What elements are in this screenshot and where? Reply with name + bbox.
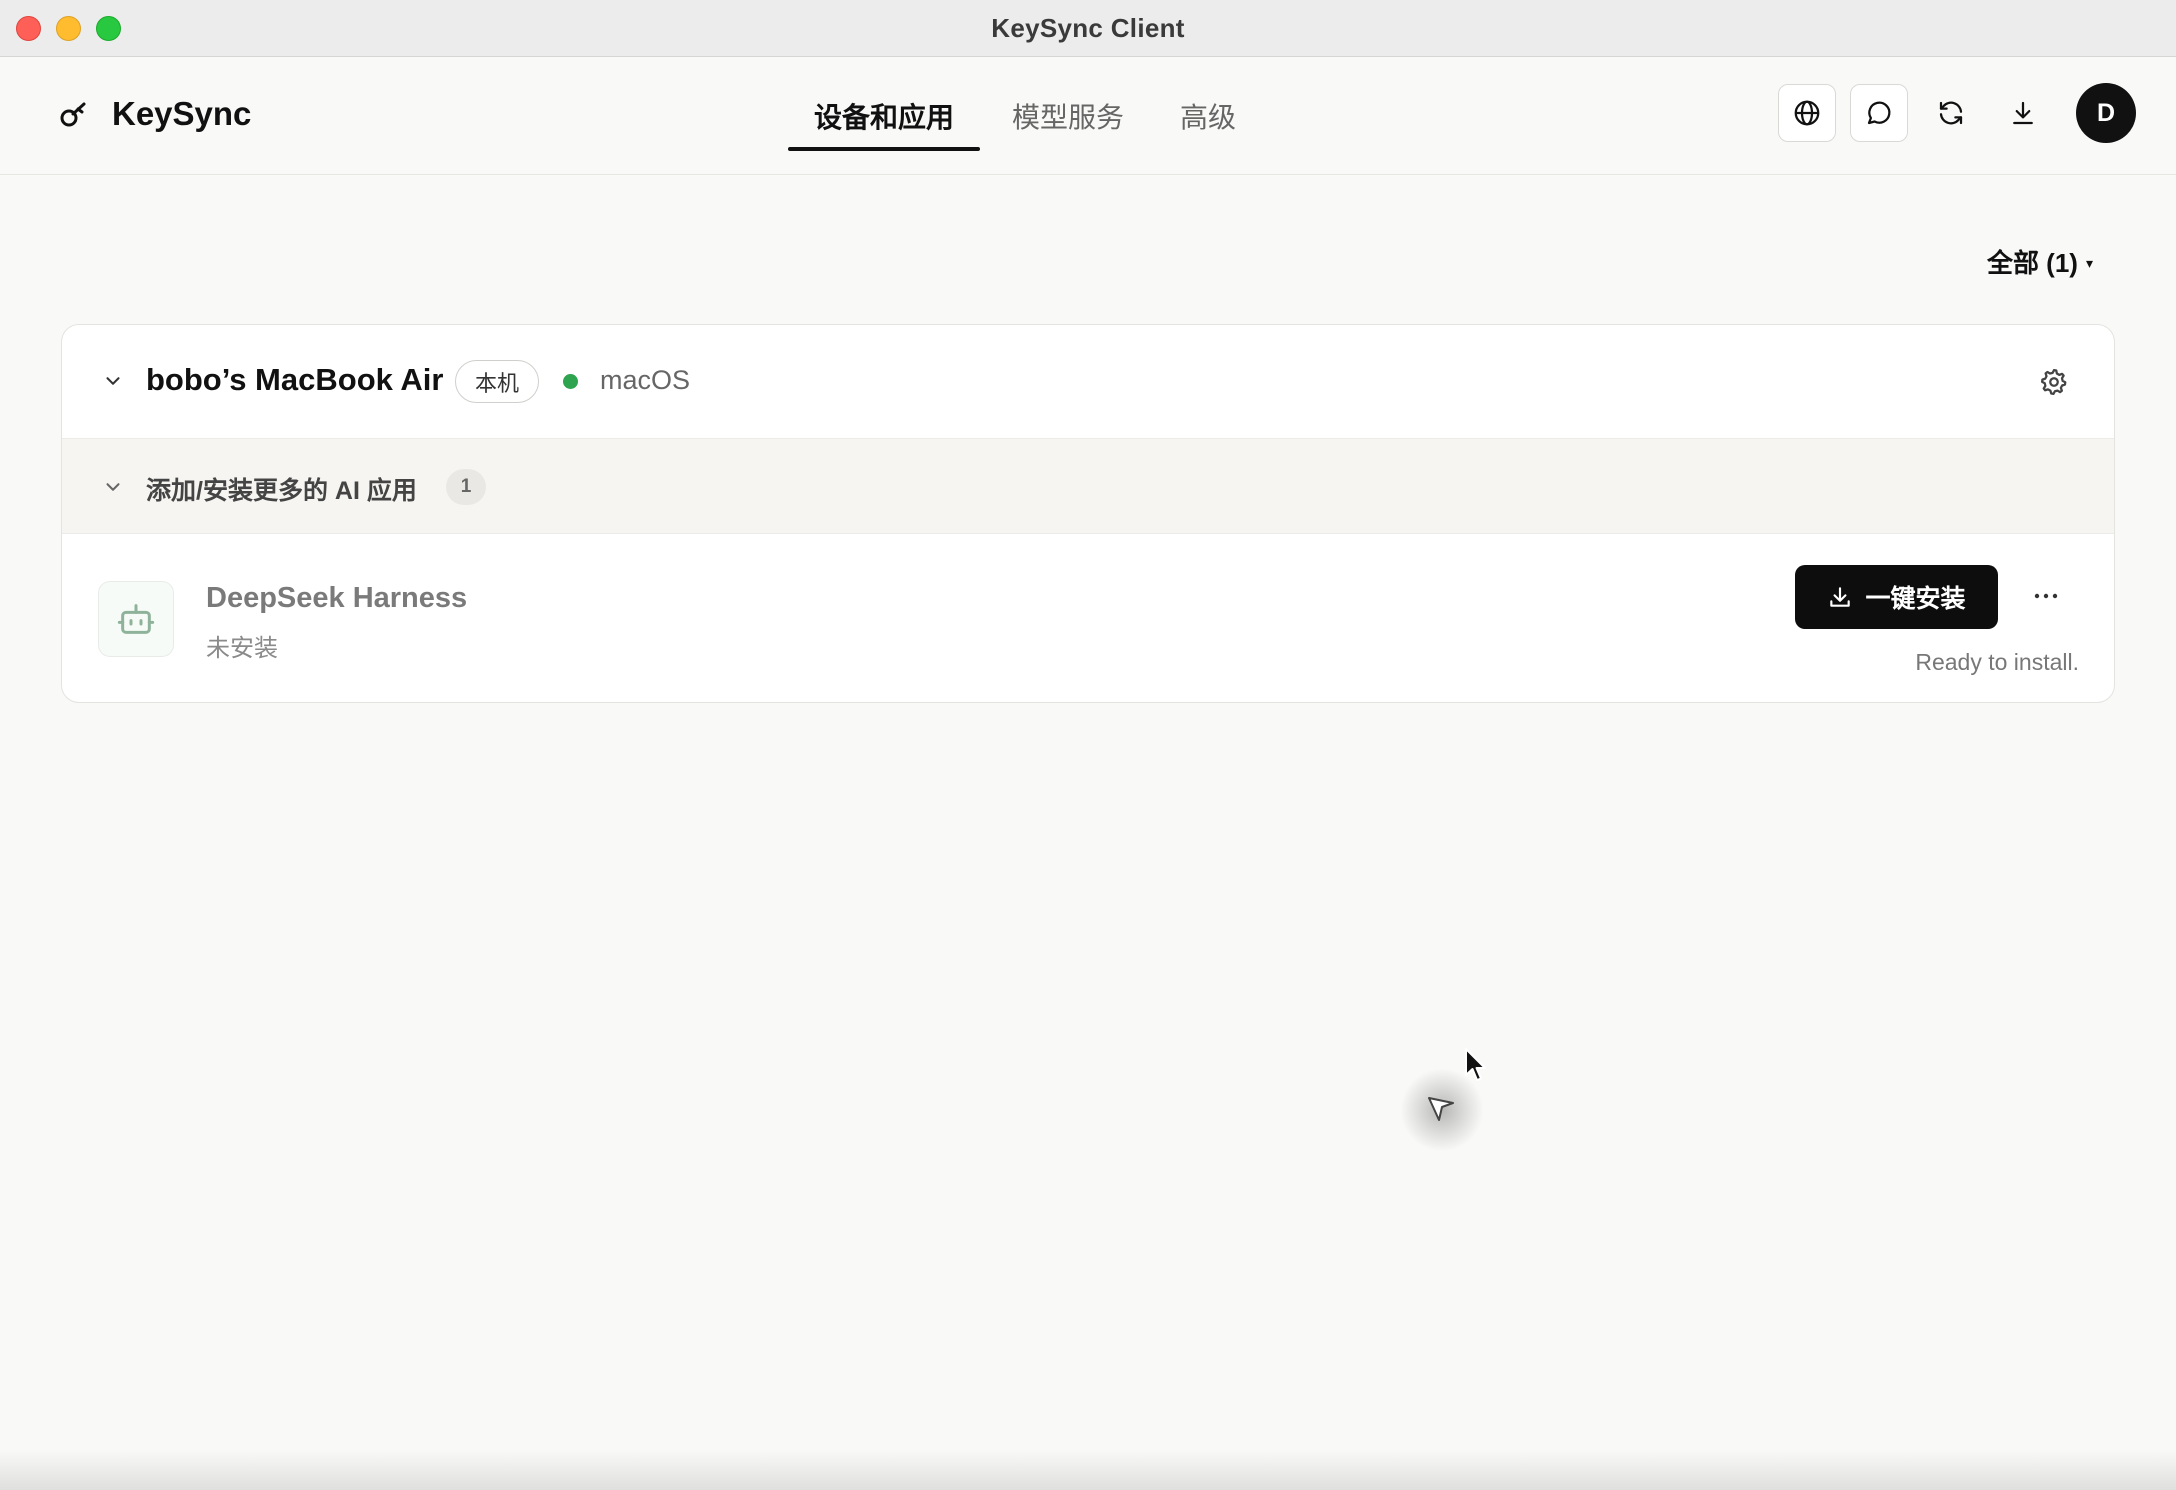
download-icon bbox=[2013, 101, 2033, 125]
app-install-status: 未安装 bbox=[206, 635, 278, 662]
brand[interactable]: KeySync bbox=[56, 95, 251, 133]
pointer-arrow-icon bbox=[1428, 1097, 1454, 1121]
window-title: KeySync Client bbox=[991, 12, 1185, 43]
tab-advanced[interactable]: 高级 bbox=[1154, 57, 1262, 175]
device-card: bobo’s MacBook Air 本机 macOS 添加/安装更多的 AI … bbox=[61, 324, 2115, 703]
app-icon-container bbox=[98, 581, 174, 657]
user-avatar[interactable]: D bbox=[2076, 83, 2136, 143]
mouse-cursor-icon bbox=[1465, 1048, 1486, 1081]
window-bottom-edge bbox=[0, 1450, 2176, 1490]
install-button-label: 一键安装 bbox=[1865, 585, 1966, 613]
chevron-down-icon bbox=[106, 377, 120, 385]
one-click-install-button[interactable]: 一键安装 bbox=[1795, 565, 1998, 629]
app-header: KeySync 设备和应用 模型服务 高级 D bbox=[0, 57, 2176, 175]
tab-model-services[interactable]: 模型服务 bbox=[980, 57, 1154, 175]
chat-icon bbox=[1867, 101, 1891, 125]
device-header-row: bobo’s MacBook Air 本机 macOS bbox=[62, 325, 2114, 438]
device-name: bobo’s MacBook Air bbox=[146, 362, 444, 397]
main-tabs: 设备和应用 模型服务 高级 bbox=[788, 57, 1262, 175]
close-window-button[interactable] bbox=[16, 16, 41, 41]
app-window: KeySync Client KeySync 设备和应用 模型服务 高级 D 全… bbox=[0, 0, 2176, 1490]
more-options-button[interactable] bbox=[2028, 581, 2064, 611]
refresh-button[interactable] bbox=[1922, 84, 1980, 142]
maximize-window-button[interactable] bbox=[96, 16, 121, 41]
collapse-device-button[interactable] bbox=[98, 366, 128, 396]
download-icon bbox=[1830, 587, 1851, 607]
minimize-window-button[interactable] bbox=[56, 16, 81, 41]
online-status-dot bbox=[563, 374, 578, 389]
install-ready-text: Ready to install. bbox=[1915, 649, 2079, 675]
header-actions: D bbox=[1778, 83, 2136, 143]
keysync-logo-icon bbox=[60, 102, 86, 127]
device-os: macOS bbox=[600, 365, 691, 395]
language-button[interactable] bbox=[1778, 84, 1836, 142]
robot-icon bbox=[117, 604, 155, 634]
caret-down-icon: ▾ bbox=[2085, 255, 2093, 271]
window-controls bbox=[16, 16, 121, 41]
title-bar: KeySync Client bbox=[0, 0, 2176, 57]
filter-label: 全部 (1) bbox=[1986, 248, 2078, 278]
section-count-badge: 1 bbox=[446, 469, 486, 505]
refresh-icon bbox=[1939, 101, 1963, 125]
globe-icon bbox=[1794, 100, 1820, 126]
add-apps-section-header[interactable]: 添加/安装更多的 AI 应用 1 bbox=[62, 438, 2114, 534]
ellipsis-icon bbox=[2034, 593, 2058, 599]
download-button[interactable] bbox=[1994, 84, 2052, 142]
chevron-down-icon bbox=[106, 483, 120, 491]
collapse-section-button[interactable] bbox=[98, 472, 128, 502]
app-list-item: DeepSeek Harness 未安装 一键安装 Ready to insta… bbox=[62, 534, 2114, 702]
feedback-button[interactable] bbox=[1850, 84, 1908, 142]
gear-icon[interactable] bbox=[2039, 367, 2069, 397]
local-device-badge: 本机 bbox=[455, 360, 540, 403]
tab-devices-and-apps[interactable]: 设备和应用 bbox=[788, 57, 981, 175]
brand-name: KeySync bbox=[112, 95, 252, 132]
section-title: 添加/安装更多的 AI 应用 bbox=[146, 477, 417, 505]
app-name: DeepSeek Harness bbox=[206, 582, 468, 614]
device-filter-dropdown[interactable]: 全部 (1) ▾ bbox=[1987, 243, 2093, 280]
